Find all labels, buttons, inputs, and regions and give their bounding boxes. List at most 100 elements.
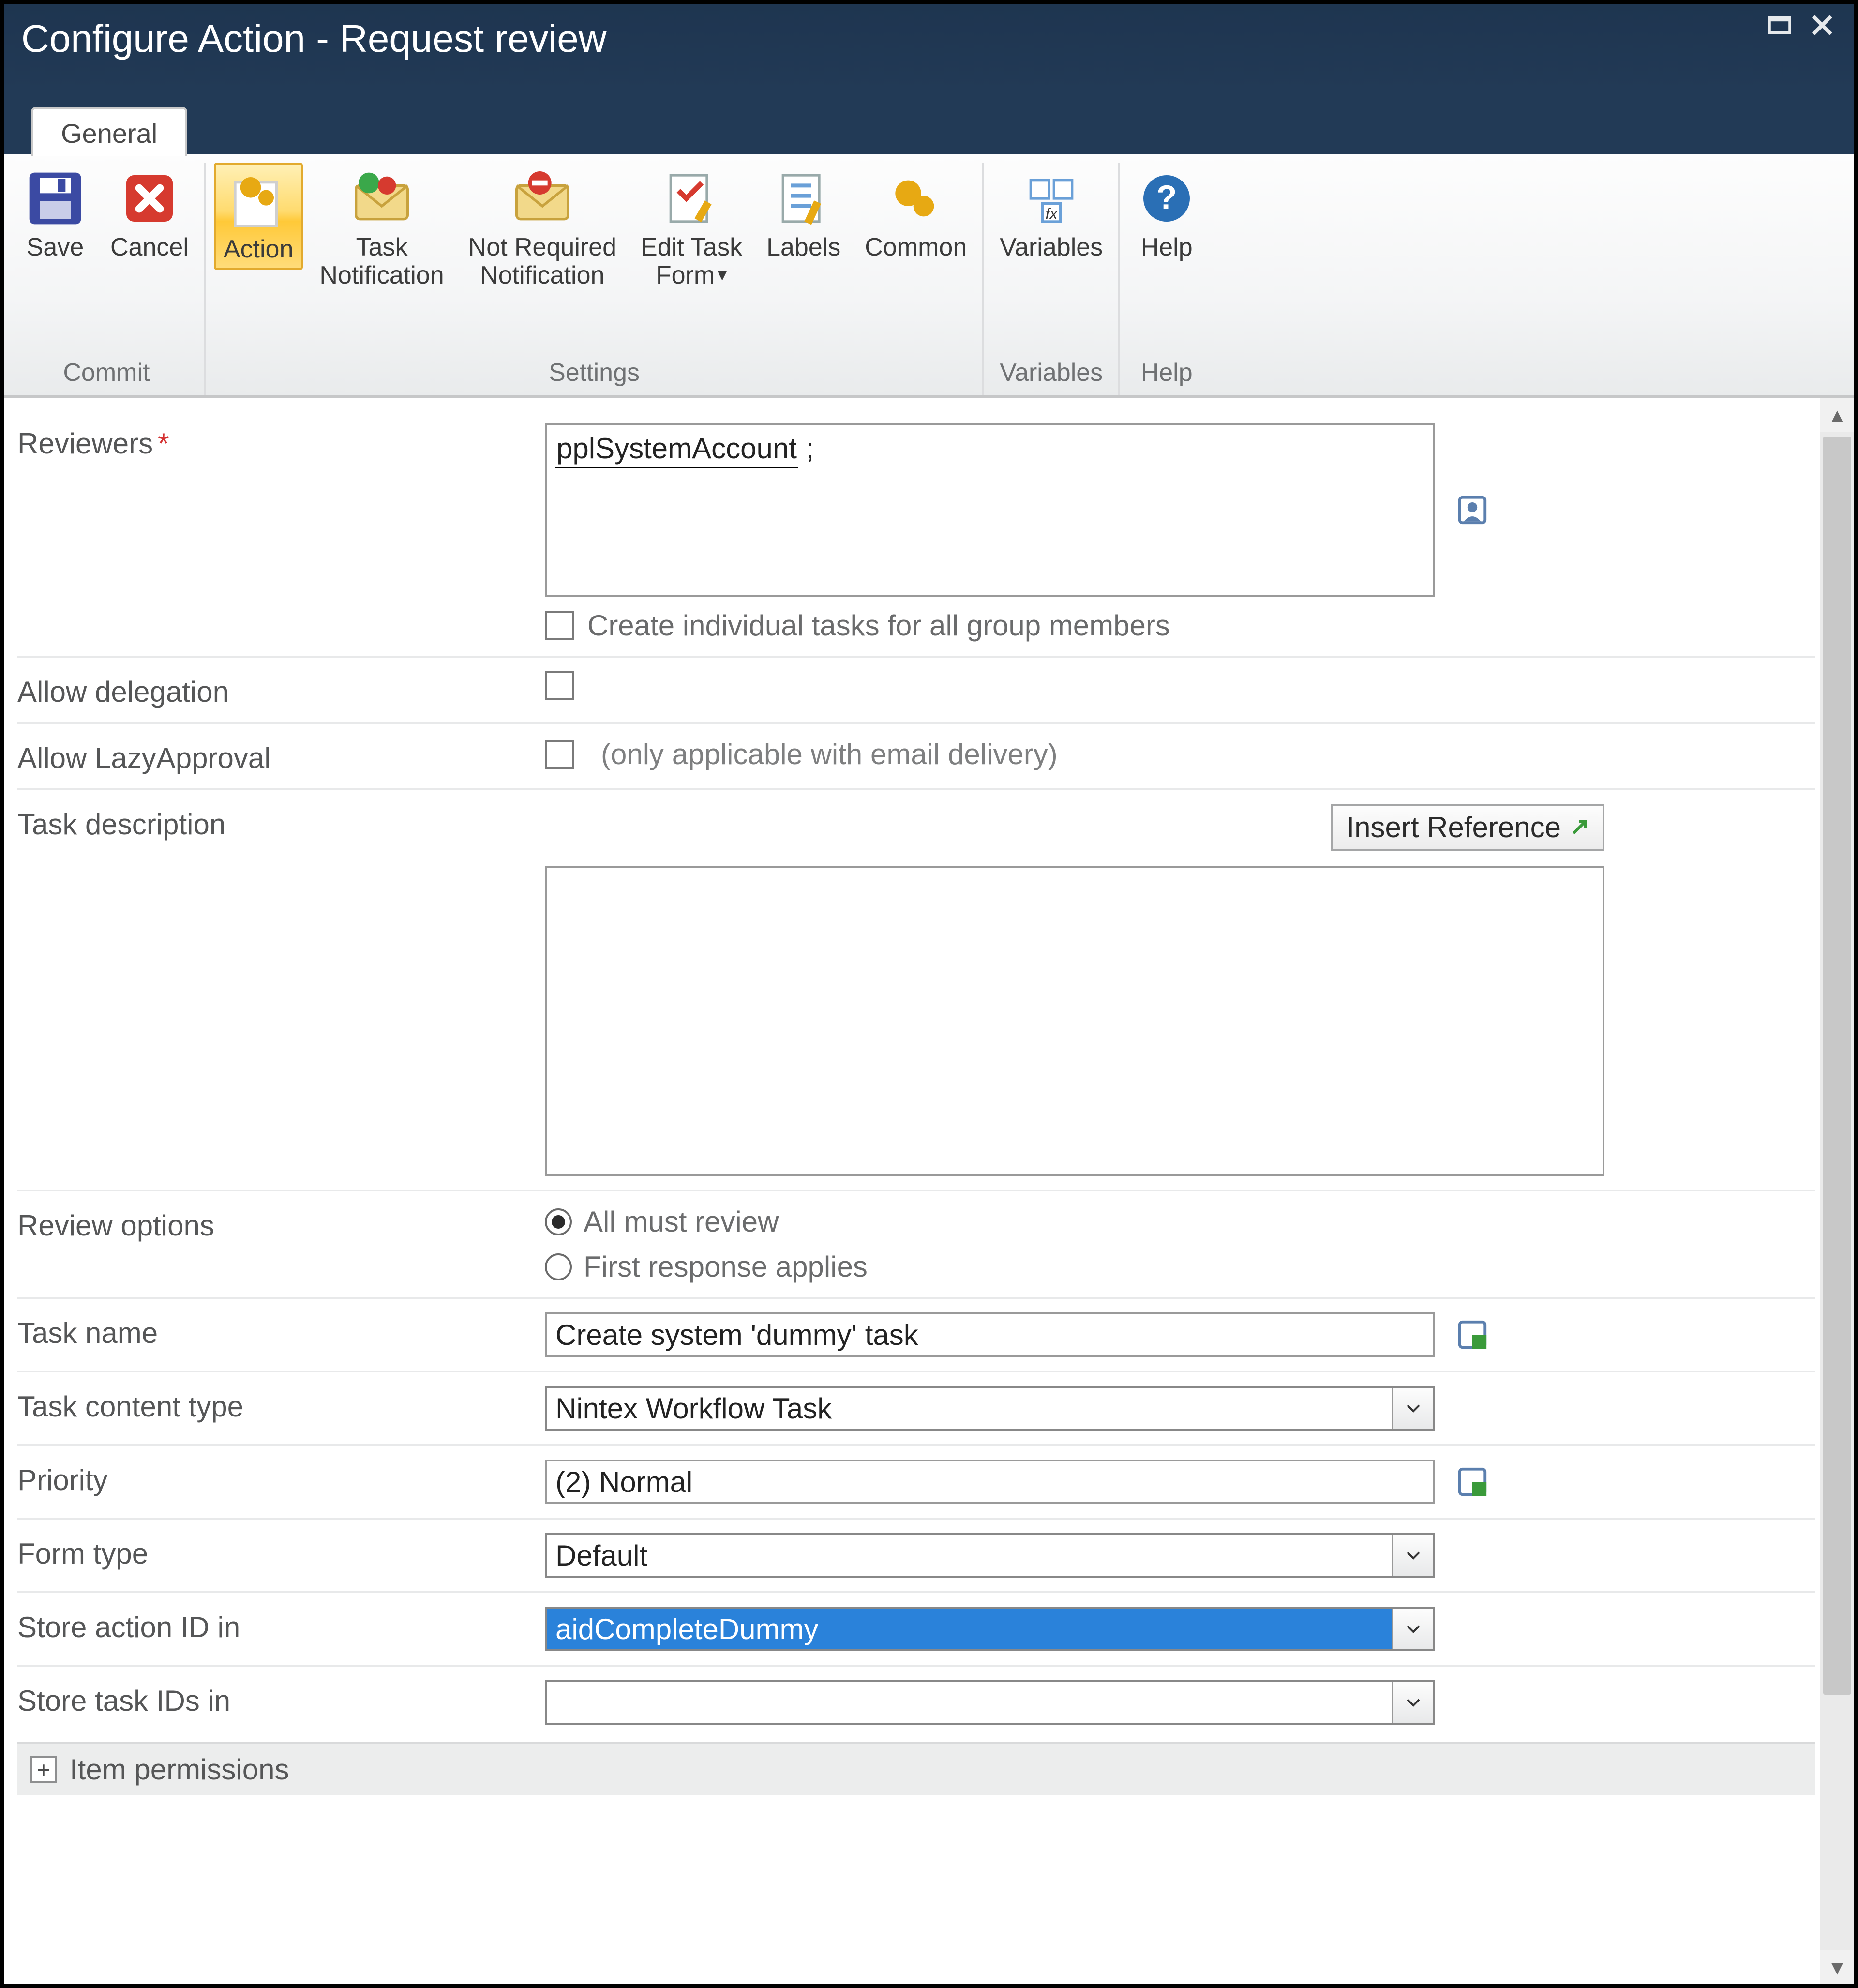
row-allow-delegation: Allow delegation <box>17 658 1815 724</box>
dialog-title: Configure Action - Request review <box>21 16 607 61</box>
not-required-notification-label: Not Required Notification <box>468 233 616 289</box>
task-content-type-select[interactable]: Nintex Workflow Task <box>545 1386 1435 1431</box>
action-label: Action <box>224 235 294 263</box>
insert-reference-button[interactable]: Insert Reference <box>1331 804 1604 851</box>
cancel-button[interactable]: Cancel <box>103 163 196 266</box>
checkbox-icon <box>545 611 574 640</box>
action-icon <box>227 169 289 231</box>
ribbon-group-variables-label: Variables <box>1000 358 1103 387</box>
help-label: Help <box>1141 233 1193 261</box>
chevron-down-icon: ▾ <box>718 265 727 286</box>
ribbon-group-settings: Action Task Notification Not Required No… <box>206 163 984 395</box>
ribbon: Save Cancel Commit Action <box>4 154 1854 398</box>
not-required-notification-icon <box>511 167 573 229</box>
help-icon: ? <box>1136 167 1198 229</box>
chevron-down-icon <box>1392 1388 1433 1429</box>
form-type-select[interactable]: Default <box>545 1533 1435 1578</box>
row-task-name: Task name Create system 'dummy' task <box>17 1299 1815 1372</box>
task-notification-icon <box>351 167 413 229</box>
cancel-label: Cancel <box>110 233 189 261</box>
maximize-icon[interactable] <box>1765 12 1794 39</box>
row-task-description: Task description Insert Reference <box>17 790 1815 1191</box>
create-individual-tasks-checkbox[interactable]: Create individual tasks for all group me… <box>545 609 1815 642</box>
task-content-type-label: Task content type <box>17 1386 540 1423</box>
help-button[interactable]: ? Help <box>1128 163 1205 266</box>
scroll-thumb[interactable] <box>1823 437 1851 1695</box>
row-task-content-type: Task content type Nintex Workflow Task <box>17 1372 1815 1446</box>
allow-lazy-hint: (only applicable with email delivery) <box>601 738 1058 771</box>
ribbon-group-help: ? Help Help <box>1120 163 1213 395</box>
allow-lazy-label: Allow LazyApproval <box>17 738 540 775</box>
title-bar: Configure Action - Request review Genera… <box>4 4 1854 154</box>
priority-input[interactable]: (2) Normal <box>545 1460 1435 1504</box>
radio-icon <box>545 1253 572 1280</box>
scroll-up-icon[interactable]: ▴ <box>1820 398 1854 432</box>
store-task-ids-label: Store task IDs in <box>17 1680 540 1717</box>
save-label: Save <box>27 233 84 261</box>
reviewer-entry[interactable]: pplSystemAccount <box>555 432 798 468</box>
row-reviewers: Reviewers* pplSystemAccount ; Create ind… <box>17 409 1815 658</box>
variables-button[interactable]: fx Variables <box>992 163 1110 266</box>
expand-icon: + <box>30 1756 57 1783</box>
store-action-id-select[interactable]: aidCompleteDummy <box>545 1607 1435 1651</box>
task-notification-button[interactable]: Task Notification <box>312 163 451 294</box>
allow-delegation-checkbox[interactable] <box>545 671 1815 700</box>
cancel-icon <box>119 167 180 229</box>
lookup-icon[interactable] <box>1455 1318 1489 1352</box>
save-icon <box>24 167 86 229</box>
common-button[interactable]: Common <box>857 163 974 266</box>
allow-delegation-label: Allow delegation <box>17 671 540 708</box>
item-permissions-label: Item permissions <box>70 1753 289 1786</box>
labels-button[interactable]: Labels <box>759 163 848 266</box>
row-store-action-id: Store action ID in aidCompleteDummy <box>17 1593 1815 1667</box>
svg-text:?: ? <box>1156 178 1177 216</box>
ribbon-group-commit: Save Cancel Commit <box>9 163 206 395</box>
store-task-ids-select[interactable] <box>545 1680 1435 1725</box>
checkbox-icon <box>545 740 574 769</box>
variables-label: Variables <box>1000 233 1103 261</box>
task-description-label: Task description <box>17 804 540 841</box>
required-indicator: * <box>158 427 169 460</box>
task-notification-label: Task Notification <box>319 233 444 289</box>
row-allow-lazy: Allow LazyApproval (only applicable with… <box>17 724 1815 790</box>
edit-task-form-icon <box>660 167 722 229</box>
chevron-down-icon <box>1392 1609 1433 1649</box>
insert-reference-icon <box>1570 811 1589 844</box>
chevron-down-icon <box>1392 1682 1433 1723</box>
row-priority: Priority (2) Normal <box>17 1446 1815 1520</box>
reviewers-label: Reviewers* <box>17 423 540 460</box>
checkbox-icon <box>545 671 574 700</box>
tab-general[interactable]: General <box>31 107 187 156</box>
edit-task-form-button[interactable]: Edit Task Form▾ <box>633 163 750 294</box>
lookup-icon[interactable] <box>1455 1465 1489 1499</box>
not-required-notification-button[interactable]: Not Required Notification <box>461 163 624 294</box>
labels-icon <box>773 167 835 229</box>
row-review-options: Review options All must review First res… <box>17 1191 1815 1299</box>
ribbon-group-variables: fx Variables Variables <box>984 163 1120 395</box>
row-form-type: Form type Default <box>17 1520 1815 1593</box>
reviewers-input[interactable]: pplSystemAccount ; <box>545 423 1435 597</box>
allow-lazy-checkbox[interactable]: (only applicable with email delivery) <box>545 738 1815 771</box>
common-icon <box>885 167 947 229</box>
task-name-label: Task name <box>17 1312 540 1350</box>
vertical-scrollbar[interactable]: ▴ ▾ <box>1820 398 1854 1984</box>
ribbon-group-settings-label: Settings <box>549 358 640 387</box>
action-button[interactable]: Action <box>214 163 303 270</box>
save-button[interactable]: Save <box>16 163 94 266</box>
review-options-label: Review options <box>17 1205 540 1242</box>
form-body: Reviewers* pplSystemAccount ; Create ind… <box>4 398 1854 1984</box>
address-book-icon[interactable] <box>1455 493 1489 527</box>
review-option-first[interactable]: First response applies <box>545 1250 1815 1283</box>
row-store-task-ids: Store task IDs in <box>17 1667 1815 1738</box>
row-item-permissions[interactable]: + Item permissions <box>17 1742 1815 1795</box>
store-action-id-label: Store action ID in <box>17 1607 540 1644</box>
review-option-all[interactable]: All must review <box>545 1205 1815 1238</box>
svg-text:fx: fx <box>1045 205 1058 223</box>
task-description-input[interactable] <box>545 866 1604 1176</box>
ribbon-tabstrip: General <box>31 107 187 156</box>
priority-label: Priority <box>17 1460 540 1497</box>
scroll-down-icon[interactable]: ▾ <box>1820 1950 1854 1984</box>
close-icon[interactable] <box>1808 12 1837 39</box>
task-name-input[interactable]: Create system 'dummy' task <box>545 1312 1435 1357</box>
common-label: Common <box>865 233 967 261</box>
